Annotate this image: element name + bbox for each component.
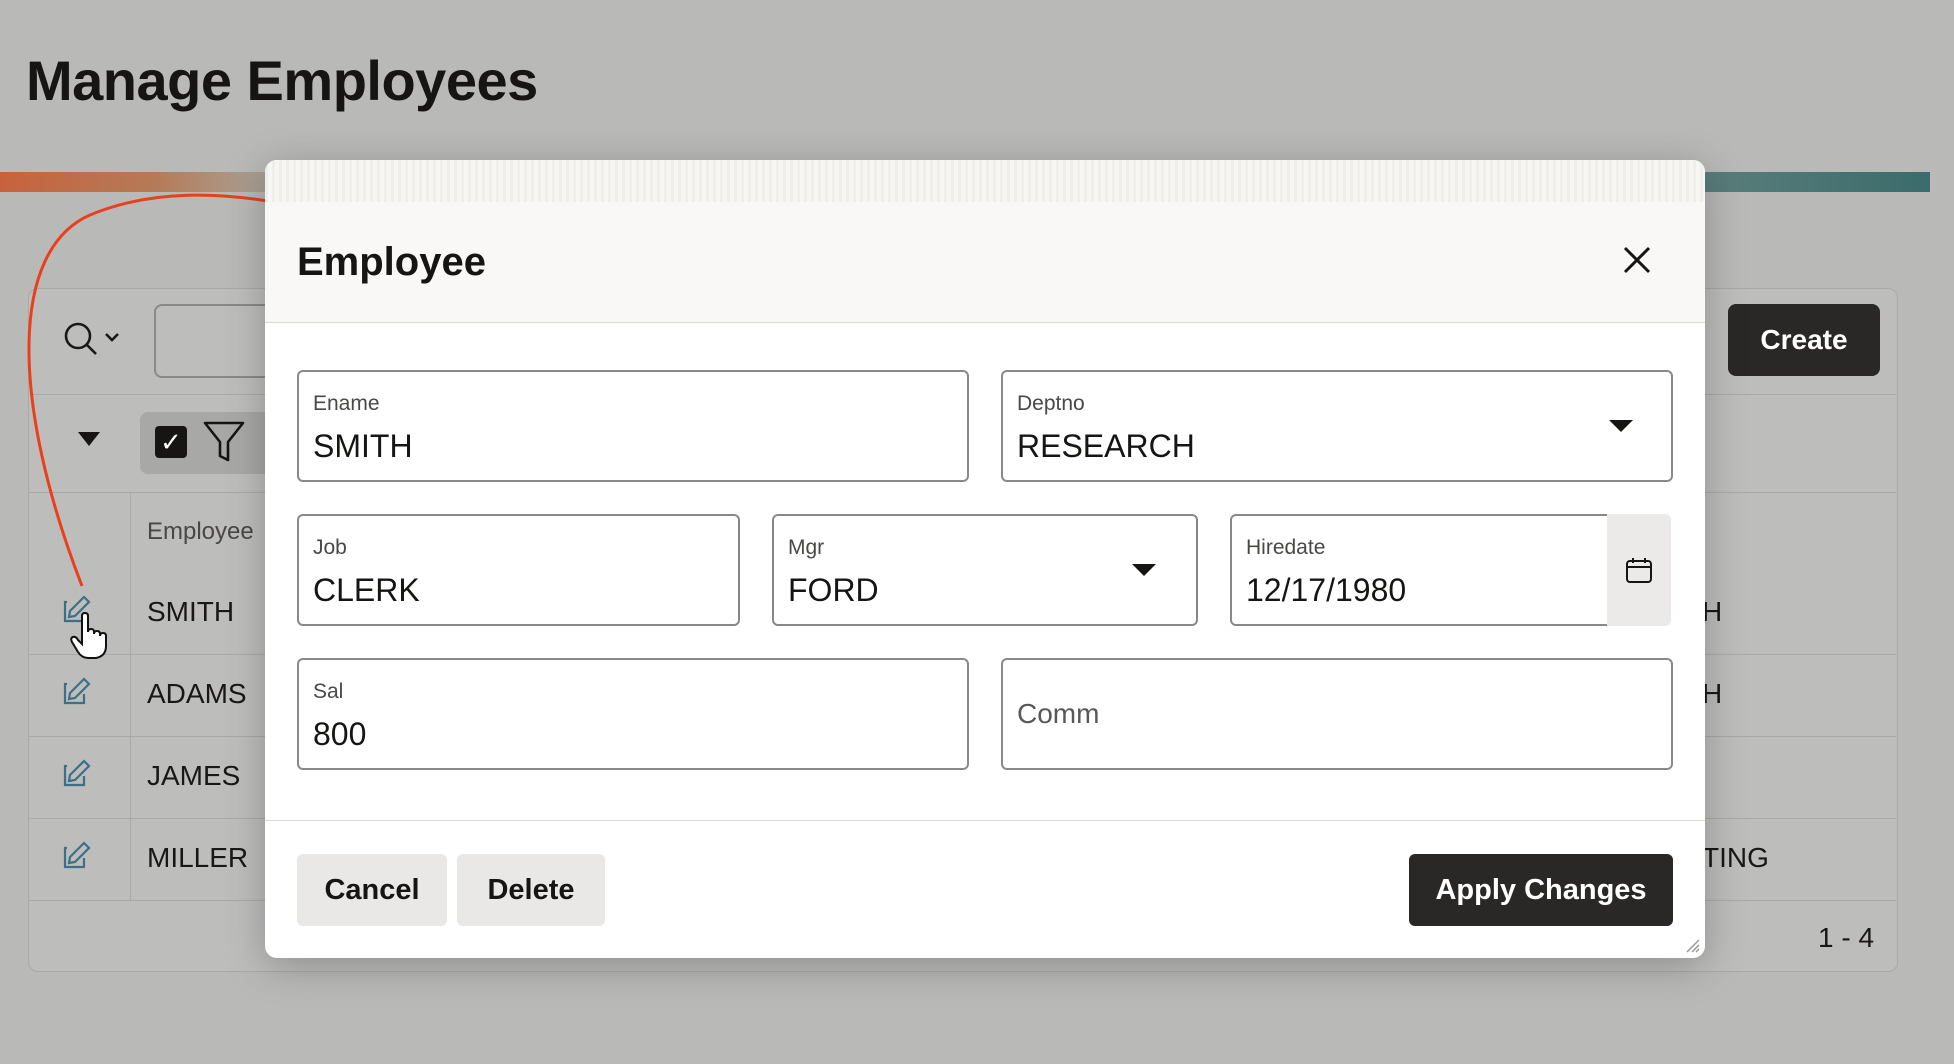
calendar-icon bbox=[1626, 558, 1652, 583]
decorative-texture bbox=[265, 160, 1705, 202]
comm-field[interactable]: Comm bbox=[1001, 658, 1673, 770]
deptno-select[interactable]: Deptno RESEARCH bbox=[1001, 370, 1673, 482]
hiredate-field[interactable]: Hiredate 12/17/1980 bbox=[1230, 514, 1609, 626]
sal-label: Sal bbox=[313, 680, 344, 703]
apply-changes-button[interactable]: Apply Changes bbox=[1409, 854, 1673, 926]
job-label: Job bbox=[313, 536, 347, 559]
close-icon bbox=[1623, 246, 1651, 274]
ename-value: SMITH bbox=[313, 428, 413, 464]
deptno-value: RESEARCH bbox=[1017, 428, 1195, 464]
calendar-button[interactable] bbox=[1607, 514, 1671, 626]
dialog-footer-divider bbox=[265, 820, 1705, 821]
close-button[interactable] bbox=[1617, 240, 1657, 280]
sal-field[interactable]: Sal 800 bbox=[297, 658, 969, 770]
chevron-down-icon bbox=[1132, 564, 1156, 576]
delete-button[interactable]: Delete bbox=[457, 854, 605, 926]
cancel-button[interactable]: Cancel bbox=[297, 854, 447, 926]
job-field[interactable]: Job CLERK bbox=[297, 514, 740, 626]
hiredate-value: 12/17/1980 bbox=[1246, 572, 1407, 608]
dialog-header: Employee bbox=[265, 160, 1705, 323]
ename-field[interactable]: Ename SMITH bbox=[297, 370, 969, 482]
mgr-value: FORD bbox=[788, 572, 879, 608]
mgr-label: Mgr bbox=[788, 536, 825, 559]
hiredate-label: Hiredate bbox=[1246, 536, 1326, 559]
deptno-label: Deptno bbox=[1017, 392, 1085, 415]
sal-value: 800 bbox=[313, 716, 367, 752]
mgr-select[interactable]: Mgr FORD bbox=[772, 514, 1198, 626]
employee-dialog: Employee Ename SMITH Deptno RESEARCH Job… bbox=[265, 160, 1705, 958]
ename-label: Ename bbox=[313, 392, 380, 415]
chevron-down-icon bbox=[1609, 420, 1633, 432]
job-value: CLERK bbox=[313, 572, 420, 608]
resize-handle-icon[interactable] bbox=[1683, 936, 1701, 954]
comm-label: Comm bbox=[1017, 698, 1100, 729]
dialog-title: Employee bbox=[297, 240, 486, 284]
